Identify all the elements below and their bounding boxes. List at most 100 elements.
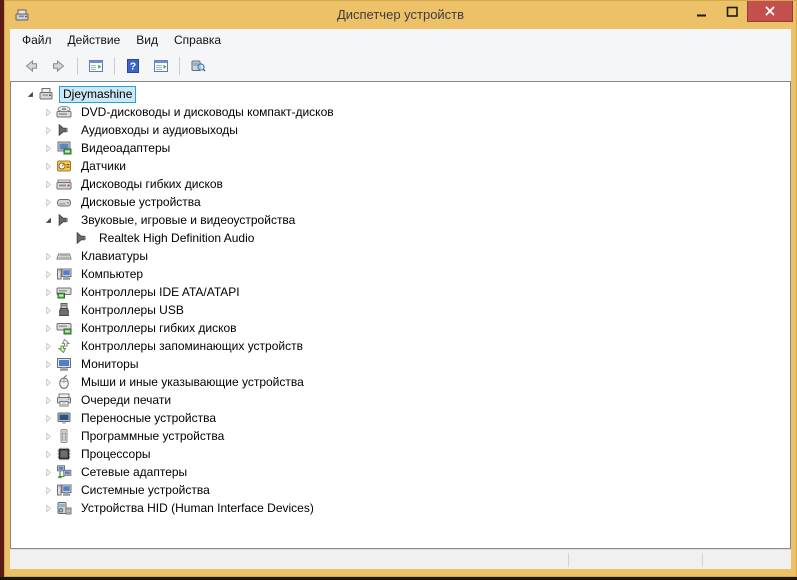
- expander-collapsed-icon[interactable]: [41, 411, 55, 425]
- tree-item-label: Djeymashine: [59, 86, 136, 103]
- tree-item[interactable]: Аудиовходы и аудиовыходы: [11, 121, 790, 139]
- menu-item-file[interactable]: Файл: [14, 31, 60, 49]
- help-icon: ?: [125, 58, 141, 74]
- menu-item-view[interactable]: Вид: [128, 31, 166, 49]
- tree-item-label: Контроллеры USB: [77, 302, 188, 319]
- statusbar: [10, 549, 791, 569]
- tree-item[interactable]: Системные устройства: [11, 481, 790, 499]
- monitor-icon: [56, 356, 72, 372]
- tree-item[interactable]: DVD-дисководы и дисководы компакт-дисков: [11, 103, 790, 121]
- expander-collapsed-icon[interactable]: [41, 375, 55, 389]
- tree-item[interactable]: Мониторы: [11, 355, 790, 373]
- toolbar: ?: [10, 50, 791, 81]
- forward-button[interactable]: [46, 54, 72, 78]
- tree-item[interactable]: Очереди печати: [11, 391, 790, 409]
- tree-item-label: Датчики: [77, 158, 130, 175]
- tree-item-label: Звуковые, игровые и видеоустройства: [77, 212, 299, 229]
- expander-expanded-icon[interactable]: [23, 87, 37, 101]
- expander-collapsed-icon[interactable]: [41, 195, 55, 209]
- device-manager-root-icon: [38, 86, 54, 102]
- sensor-icon: [56, 158, 72, 174]
- device-tree[interactable]: DjeymashineDVD-дисководы и дисководы ком…: [10, 81, 791, 549]
- tree-item[interactable]: Процессоры: [11, 445, 790, 463]
- expander-collapsed-icon[interactable]: [41, 303, 55, 317]
- expander-collapsed-icon[interactable]: [41, 483, 55, 497]
- tree-item[interactable]: Контроллеры IDE ATA/ATAPI: [11, 283, 790, 301]
- show-console-tree-button[interactable]: [83, 54, 109, 78]
- tree-item[interactable]: Контроллеры USB: [11, 301, 790, 319]
- expander-collapsed-icon[interactable]: [41, 267, 55, 281]
- expander-collapsed-icon[interactable]: [41, 339, 55, 353]
- tree-item[interactable]: Видеоадаптеры: [11, 139, 790, 157]
- tree-item[interactable]: Контроллеры запоминающих устройств: [11, 337, 790, 355]
- expander-collapsed-icon[interactable]: [41, 159, 55, 173]
- help-button[interactable]: ?: [120, 54, 146, 78]
- tree-item-label: Программные устройства: [77, 428, 228, 445]
- console-tree-icon: [88, 58, 104, 74]
- window-title: Диспетчер устройств: [5, 1, 796, 29]
- tree-item[interactable]: Звуковые, игровые и видеоустройства: [11, 211, 790, 229]
- tree-item[interactable]: Дисковые устройства: [11, 193, 790, 211]
- expander-collapsed-icon[interactable]: [41, 465, 55, 479]
- ide-controller-icon: [56, 284, 72, 300]
- properties-button[interactable]: [148, 54, 174, 78]
- expander-collapsed-icon[interactable]: [41, 141, 55, 155]
- expander-collapsed-icon[interactable]: [41, 177, 55, 191]
- expander-collapsed-icon[interactable]: [41, 249, 55, 263]
- speaker-icon: [74, 230, 90, 246]
- software-device-icon: [56, 428, 72, 444]
- tree-item[interactable]: Переносные устройства: [11, 409, 790, 427]
- close-icon: [762, 3, 778, 19]
- toolbar-separator: [77, 57, 78, 75]
- tree-item-label: DVD-дисководы и дисководы компакт-дисков: [77, 104, 338, 121]
- mouse-icon: [56, 374, 72, 390]
- expander-collapsed-icon[interactable]: [41, 123, 55, 137]
- expander-collapsed-icon[interactable]: [41, 429, 55, 443]
- tree-item[interactable]: Датчики: [11, 157, 790, 175]
- floppy-controller-icon: [56, 320, 72, 336]
- expander-collapsed-icon[interactable]: [41, 105, 55, 119]
- tree-item[interactable]: Программные устройства: [11, 427, 790, 445]
- tree-item[interactable]: Сетевые адаптеры: [11, 463, 790, 481]
- tree-item[interactable]: Realtek High Definition Audio: [11, 229, 790, 247]
- expander-collapsed-icon[interactable]: [41, 285, 55, 299]
- speaker-icon: [56, 212, 72, 228]
- close-button[interactable]: [747, 1, 793, 22]
- expander-expanded-icon[interactable]: [41, 213, 55, 227]
- statusbar-divider: [702, 553, 703, 567]
- disk-drive-icon: [56, 194, 72, 210]
- scan-hardware-changes-button[interactable]: [185, 54, 211, 78]
- tree-item-root[interactable]: Djeymashine: [11, 85, 790, 103]
- tree-item[interactable]: Мыши и иные указывающие устройства: [11, 373, 790, 391]
- tree-item[interactable]: Устройства HID (Human Interface Devices): [11, 499, 790, 517]
- svg-text:?: ?: [130, 60, 136, 72]
- expander-collapsed-icon[interactable]: [41, 357, 55, 371]
- properties-icon: [153, 58, 169, 74]
- dvd-drive-icon: [56, 104, 72, 120]
- tree-item-label: Видеоадаптеры: [77, 140, 174, 157]
- toolbar-separator: [179, 57, 180, 75]
- titlebar[interactable]: Диспетчер устройств: [5, 1, 796, 29]
- expander-collapsed-icon[interactable]: [41, 447, 55, 461]
- menu-item-help[interactable]: Справка: [166, 31, 229, 49]
- tree-item[interactable]: Клавиатуры: [11, 247, 790, 265]
- expander-collapsed-icon[interactable]: [41, 393, 55, 407]
- maximize-button[interactable]: [717, 1, 747, 22]
- maximize-icon: [724, 4, 740, 20]
- tree-item[interactable]: Компьютер: [11, 265, 790, 283]
- menu-item-action[interactable]: Действие: [60, 31, 129, 49]
- back-arrow-icon: [23, 58, 39, 74]
- minimize-button[interactable]: [687, 1, 717, 22]
- back-button[interactable]: [18, 54, 44, 78]
- app-frame: ФайлДействиеВидСправка ? DjeymashineDVD-…: [10, 29, 791, 569]
- expander-collapsed-icon[interactable]: [41, 501, 55, 515]
- usb-icon: [56, 302, 72, 318]
- forward-arrow-icon: [51, 58, 67, 74]
- tree-item-label: Контроллеры запоминающих устройств: [77, 338, 307, 355]
- tree-item[interactable]: Контроллеры гибких дисков: [11, 319, 790, 337]
- tree-item-label: Очереди печати: [77, 392, 175, 409]
- menubar: ФайлДействиеВидСправка: [10, 29, 791, 50]
- device-manager-window: Диспетчер устройств ФайлДействиеВидСправ…: [4, 0, 797, 577]
- tree-item[interactable]: Дисководы гибких дисков: [11, 175, 790, 193]
- expander-collapsed-icon[interactable]: [41, 321, 55, 335]
